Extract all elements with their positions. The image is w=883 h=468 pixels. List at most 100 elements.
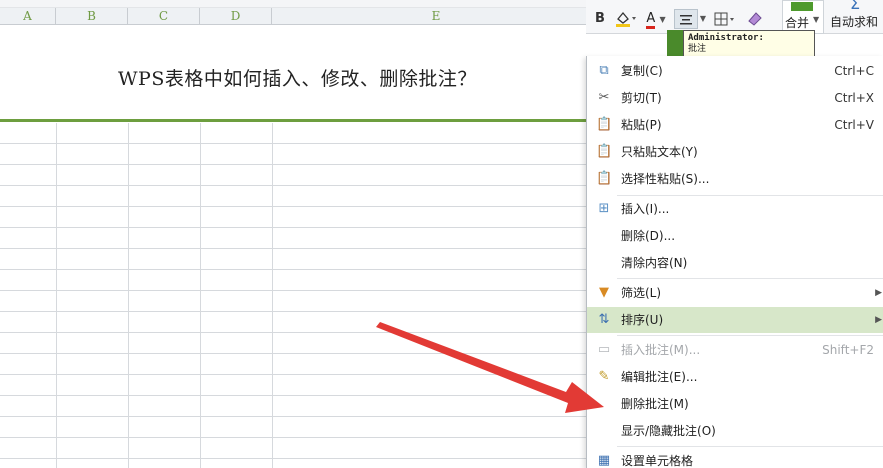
align-dropdown[interactable]: ▼ bbox=[698, 9, 708, 29]
title-cell[interactable]: WPS表格中如何插入、修改、删除批注？ bbox=[0, 26, 600, 122]
menu-item-label: 删除批注(M) bbox=[621, 397, 689, 411]
grid-line bbox=[0, 395, 600, 396]
grid-line bbox=[0, 437, 600, 438]
clipboard-icon: 📋 bbox=[596, 117, 613, 132]
menu-item-label: 选择性粘贴(S)... bbox=[621, 172, 710, 186]
menu-separator bbox=[617, 446, 883, 447]
menu-item-label: 显示/隐藏批注(O) bbox=[621, 424, 716, 438]
menu-item-label: 编辑批注(E)... bbox=[621, 370, 698, 384]
font-color-button[interactable]: A ▼ bbox=[642, 9, 670, 29]
font-color-icon: A bbox=[646, 11, 656, 29]
borders-icon bbox=[714, 12, 734, 26]
cell-grid[interactable] bbox=[0, 123, 600, 468]
submenu-arrow-icon: ▶ bbox=[875, 315, 882, 325]
dropdown-arrow-icon: ▼ bbox=[813, 15, 820, 24]
menu-item-label: 只粘贴文本(Y) bbox=[621, 145, 698, 159]
sigma-icon: Σ bbox=[850, 0, 861, 13]
column-header-bar: A B C D E bbox=[0, 8, 600, 25]
grid-line bbox=[0, 458, 600, 459]
merge-button[interactable]: 合并 ▼ bbox=[782, 0, 824, 34]
menu-item-format-cells[interactable]: ▦ 设置单元格格 bbox=[587, 448, 883, 468]
column-header-e[interactable]: E bbox=[272, 8, 600, 25]
fill-color-icon bbox=[616, 11, 636, 27]
menu-item-shortcut: Shift+F2 bbox=[822, 343, 874, 357]
menu-item-sort[interactable]: ⇅ 排序(U) ▶ bbox=[587, 307, 883, 333]
column-header-a[interactable]: A bbox=[0, 8, 56, 25]
menu-item-label: 清除内容(N) bbox=[621, 256, 688, 270]
menu-item-label: 插入(I)... bbox=[621, 202, 670, 216]
menu-separator bbox=[617, 278, 883, 279]
bold-button[interactable]: B bbox=[592, 9, 608, 29]
insert-cells-icon: ⊞ bbox=[598, 201, 610, 216]
grid-line bbox=[0, 248, 600, 249]
menu-item-label: 粘贴(P) bbox=[621, 118, 662, 132]
dropdown-arrow-icon: ▼ bbox=[659, 15, 666, 24]
align-center-button[interactable] bbox=[674, 9, 698, 29]
menu-item-label: 删除(D)... bbox=[621, 229, 676, 243]
comment-marker bbox=[667, 30, 683, 58]
grid-line bbox=[0, 164, 600, 165]
filter-icon: ▼ bbox=[599, 285, 609, 300]
formula-bar-strip bbox=[0, 0, 600, 8]
paste-special-icon: 📋 bbox=[596, 171, 613, 186]
menu-item-copy[interactable]: ⧉ 复制(C) Ctrl+C bbox=[587, 58, 883, 84]
edit-comment-icon: ✎ bbox=[598, 369, 610, 384]
menu-item-cut[interactable]: ✂ 剪切(T) Ctrl+X bbox=[587, 85, 883, 111]
grid-line bbox=[0, 332, 600, 333]
menu-item-filter[interactable]: ▼ 筛选(L) ▶ bbox=[587, 280, 883, 306]
menu-item-label: 剪切(T) bbox=[621, 91, 662, 105]
menu-item-paste[interactable]: 📋 粘贴(P) Ctrl+V bbox=[587, 112, 883, 138]
grid-line bbox=[0, 290, 600, 291]
menu-separator bbox=[617, 335, 883, 336]
column-header-d[interactable]: D bbox=[200, 8, 272, 25]
menu-item-shortcut: Ctrl+V bbox=[834, 118, 874, 132]
menu-item-paste-text[interactable]: 📋 只粘贴文本(Y) bbox=[587, 139, 883, 165]
menu-item-clear[interactable]: 清除内容(N) bbox=[587, 250, 883, 276]
format-painter-button[interactable] bbox=[744, 9, 766, 29]
grid-line bbox=[0, 227, 600, 228]
autosum-button[interactable]: Σ 自动求和 bbox=[828, 0, 883, 34]
eraser-icon bbox=[748, 12, 762, 26]
paste-text-icon: 📋 bbox=[596, 144, 613, 159]
copy-icon: ⧉ bbox=[599, 63, 609, 78]
grid-line bbox=[0, 206, 600, 207]
grid-line bbox=[0, 353, 600, 354]
merge-icon bbox=[791, 2, 813, 11]
grid-line bbox=[0, 185, 600, 186]
column-header-c[interactable]: C bbox=[128, 8, 200, 25]
mini-toolbar: B A ▼ ▼ 合并 ▼ Σ 自动求和 bbox=[586, 0, 883, 34]
menu-item-label: 设置单元格格 bbox=[621, 454, 694, 468]
menu-item-delete[interactable]: 删除(D)... bbox=[587, 223, 883, 249]
menu-item-shortcut: Ctrl+C bbox=[834, 64, 874, 78]
menu-item-insert[interactable]: ⊞ 插入(I)... bbox=[587, 196, 883, 222]
merge-label: 合并 bbox=[785, 16, 810, 30]
menu-item-delete-comment[interactable]: 删除批注(M) bbox=[587, 391, 883, 417]
grid-line bbox=[0, 143, 600, 144]
fill-color-button[interactable] bbox=[612, 9, 638, 29]
menu-item-label: 筛选(L) bbox=[621, 286, 662, 300]
borders-button[interactable] bbox=[710, 9, 740, 29]
insert-comment-icon: ▭ bbox=[597, 342, 611, 357]
menu-item-label: 复制(C) bbox=[621, 64, 663, 78]
menu-item-edit-comment[interactable]: ✎ 编辑批注(E)... bbox=[587, 364, 883, 390]
menu-item-label: 插入批注(M)... bbox=[621, 343, 701, 357]
comment-text: 批注 bbox=[688, 44, 707, 54]
column-header-b[interactable]: B bbox=[56, 8, 128, 25]
menu-item-label: 排序(U) bbox=[621, 313, 664, 327]
menu-item-toggle-comment[interactable]: 显示/隐藏批注(O) bbox=[587, 418, 883, 444]
context-menu: ⧉ 复制(C) Ctrl+C ✂ 剪切(T) Ctrl+X 📋 粘贴(P) Ct… bbox=[586, 56, 883, 468]
sheet-title: WPS表格中如何插入、修改、删除批注？ bbox=[118, 68, 477, 90]
scissors-icon: ✂ bbox=[598, 90, 610, 105]
menu-item-insert-comment[interactable]: ▭ 插入批注(M)... Shift+F2 bbox=[587, 337, 883, 363]
submenu-arrow-icon: ▶ bbox=[875, 288, 882, 298]
sort-icon: ⇅ bbox=[598, 312, 610, 327]
align-center-icon bbox=[680, 15, 692, 25]
grid-line bbox=[0, 416, 600, 417]
comment-author: Administrator: bbox=[688, 33, 764, 43]
menu-item-shortcut: Ctrl+X bbox=[834, 91, 874, 105]
grid-line bbox=[0, 374, 600, 375]
grid-line bbox=[0, 311, 600, 312]
menu-item-paste-special[interactable]: 📋 选择性粘贴(S)... bbox=[587, 166, 883, 192]
autosum-label: 自动求和 bbox=[830, 15, 879, 29]
grid-line bbox=[0, 269, 600, 270]
